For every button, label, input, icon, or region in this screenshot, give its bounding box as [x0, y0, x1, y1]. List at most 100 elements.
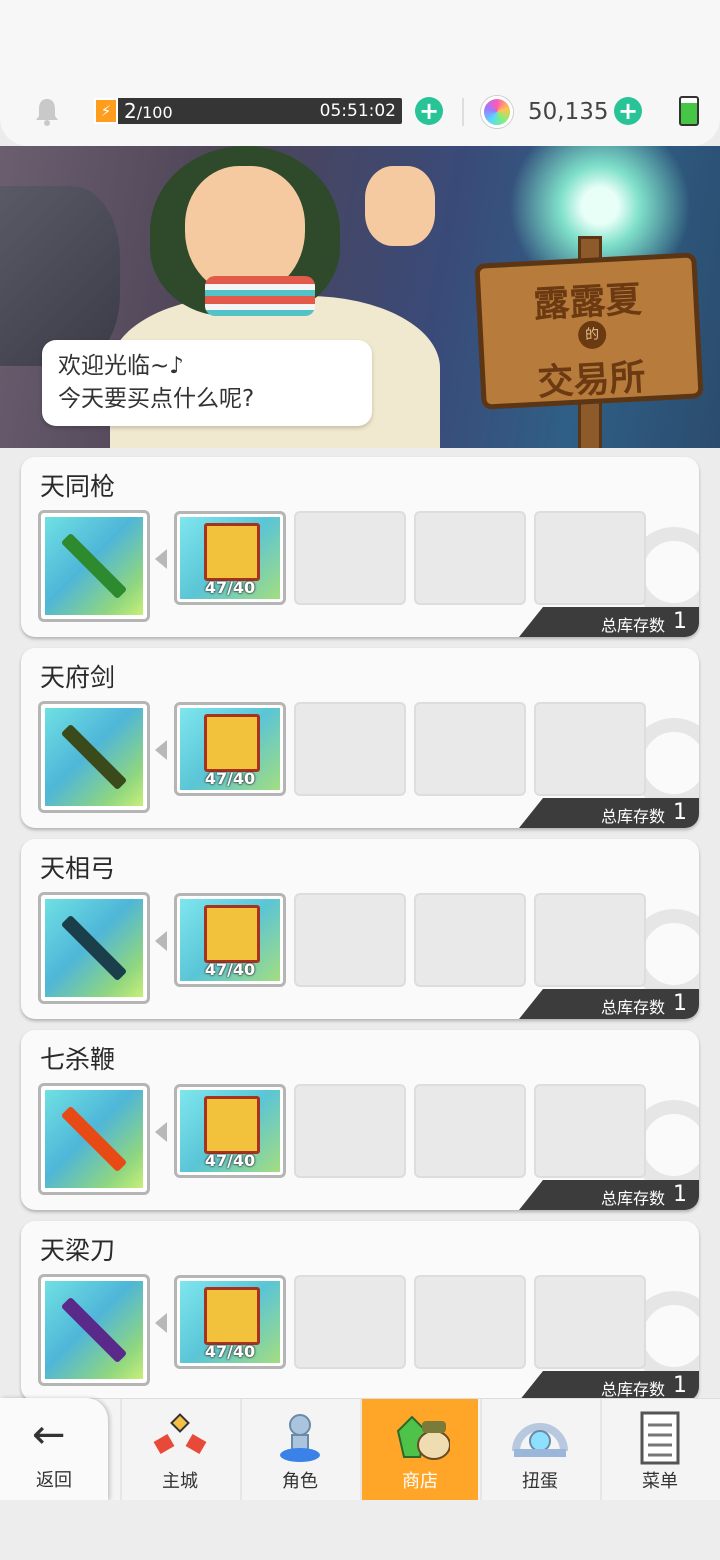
stock-value: 1	[673, 1373, 687, 1398]
empty-slot	[294, 511, 406, 605]
greeting-line1: 欢迎光临~♪	[58, 353, 184, 379]
stock-badge: 总库存数 1	[519, 607, 699, 637]
empty-slot	[534, 1275, 646, 1369]
shop-item-card[interactable]: 天相弓 47/40 总库存数 1	[21, 839, 699, 1019]
rainbow-orb-icon	[481, 96, 513, 128]
whip-icon	[60, 1105, 128, 1173]
bow-icon	[60, 914, 128, 982]
tab-label: 角色	[282, 1471, 318, 1492]
arrow-left-icon	[155, 1313, 167, 1333]
background-decoration	[0, 186, 120, 366]
empty-slot	[414, 893, 526, 987]
empty-slot	[294, 702, 406, 796]
scroll-icon	[204, 1287, 260, 1345]
stock-badge: 总库存数 1	[519, 798, 699, 828]
shop-sign: 露露夏 的 交易所	[474, 252, 704, 410]
scroll-icon	[204, 523, 260, 581]
speech-bubble: 欢迎光临~♪ 今天要买点什么呢?	[42, 340, 372, 426]
weapon-slot[interactable]	[38, 701, 150, 813]
shop-item-card[interactable]: 天同枪 47/40 总库存数 1	[21, 457, 699, 637]
arrow-back-icon: ←	[32, 1412, 66, 1458]
bottom-tab-bar: 主城 角色 商店 扭蛋 菜单	[0, 1398, 720, 1501]
sign-title-de: 的	[577, 320, 607, 350]
castle-icon	[153, 1413, 207, 1455]
stock-value: 1	[673, 800, 687, 825]
add-energy-button[interactable]: +	[415, 97, 443, 125]
battery-icon	[679, 96, 699, 126]
material-slot[interactable]: 47/40	[174, 511, 286, 605]
top-status-bar: ⚡ 2/100 05:51:02 + 50,135 +	[0, 0, 720, 146]
divider	[462, 98, 464, 126]
weapon-slot[interactable]	[38, 510, 150, 622]
shopkeeper-scarf	[205, 276, 315, 316]
empty-slot	[294, 893, 406, 987]
weapon-slot[interactable]	[38, 1274, 150, 1386]
shop-banner: 露露夏 的 交易所 欢迎光临~♪ 今天要买点什么呢?	[0, 146, 720, 448]
stock-value: 1	[673, 991, 687, 1016]
shop-item-card[interactable]: 七杀鞭 47/40 总库存数 1	[21, 1030, 699, 1210]
sword-icon	[60, 723, 128, 791]
stock-badge: 总库存数 1	[519, 1371, 699, 1400]
material-count: 47/40	[204, 1151, 256, 1170]
item-name: 天梁刀	[40, 1236, 116, 1265]
empty-slot	[414, 1084, 526, 1178]
stock-badge: 总库存数 1	[519, 989, 699, 1019]
item-name: 天相弓	[40, 854, 116, 883]
bell-icon[interactable]	[32, 96, 62, 126]
empty-slot	[414, 511, 526, 605]
tab-label: 菜单	[642, 1471, 678, 1492]
spear-icon	[60, 532, 128, 600]
material-slot[interactable]: 47/40	[174, 893, 286, 987]
empty-slot	[294, 1275, 406, 1369]
bottom-strip	[0, 1500, 720, 1560]
shop-icon	[396, 1415, 450, 1460]
empty-slot	[534, 702, 646, 796]
waving-hand	[365, 166, 435, 246]
tab-gacha[interactable]: 扭蛋	[480, 1399, 598, 1501]
tab-shop[interactable]: 商店	[360, 1399, 478, 1501]
lightning-icon: ⚡	[94, 98, 118, 124]
empty-slot	[534, 511, 646, 605]
stock-label: 总库存数	[601, 1189, 666, 1208]
material-count: 47/40	[204, 960, 256, 979]
material-count: 47/40	[204, 769, 256, 788]
material-slot[interactable]: 47/40	[174, 1275, 286, 1369]
back-label: 返回	[36, 1470, 72, 1491]
material-slot[interactable]: 47/40	[174, 1084, 286, 1178]
weapon-slot[interactable]	[38, 1083, 150, 1195]
character-icon	[280, 1414, 320, 1462]
arrow-left-icon	[155, 549, 167, 569]
menu-icon	[640, 1411, 680, 1465]
tab-main-city[interactable]: 主城	[120, 1399, 238, 1501]
gacha-icon	[512, 1423, 568, 1457]
material-slot[interactable]: 47/40	[174, 702, 286, 796]
tab-label: 主城	[162, 1471, 198, 1492]
stock-label: 总库存数	[601, 1380, 666, 1399]
energy-bar: ⚡ 2/100 05:51:02	[94, 98, 402, 124]
empty-slot	[294, 1084, 406, 1178]
weapon-slot[interactable]	[38, 892, 150, 1004]
arrow-left-icon	[155, 1122, 167, 1142]
empty-slot	[414, 1275, 526, 1369]
add-gems-button[interactable]: +	[614, 97, 642, 125]
tab-label: 商店	[402, 1471, 438, 1492]
empty-slot	[414, 702, 526, 796]
empty-slot	[534, 893, 646, 987]
tab-menu[interactable]: 菜单	[600, 1399, 718, 1501]
back-button[interactable]: ← 返回	[0, 1398, 108, 1500]
blade-icon	[60, 1296, 128, 1364]
energy-value: 2/100	[124, 99, 173, 123]
stock-value: 1	[673, 1182, 687, 1207]
shop-item-list[interactable]: 天同枪 47/40 总库存数 1 天府剑 47/40 总库存数 1 天相弓 47/4…	[0, 448, 720, 1400]
energy-timer: 05:51:02	[319, 101, 396, 121]
scroll-icon	[204, 905, 260, 963]
material-count: 47/40	[204, 578, 256, 597]
shop-item-card[interactable]: 天梁刀 47/40 总库存数 1	[21, 1221, 699, 1400]
item-name: 七杀鞭	[40, 1045, 116, 1074]
arrow-left-icon	[155, 740, 167, 760]
arrow-left-icon	[155, 931, 167, 951]
shop-item-card[interactable]: 天府剑 47/40 总库存数 1	[21, 648, 699, 828]
stock-label: 总库存数	[601, 998, 666, 1017]
tab-character[interactable]: 角色	[240, 1399, 358, 1501]
item-name: 天府剑	[40, 663, 116, 692]
